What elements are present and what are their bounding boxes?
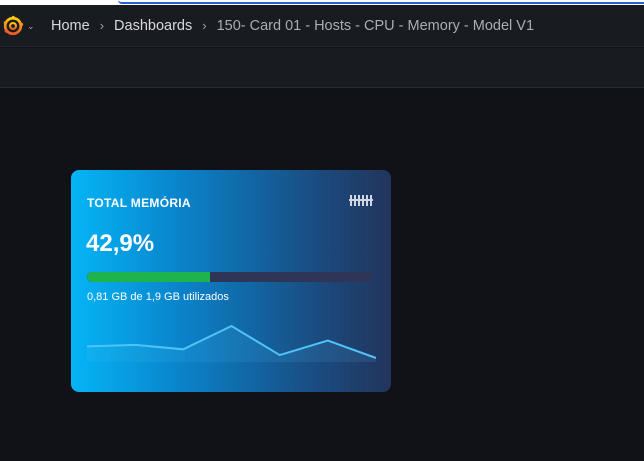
panel-title: TOTAL MEMÓRIA <box>87 196 191 210</box>
memory-usage-value: 42,9% <box>86 230 155 257</box>
chevron-down-icon: ⌄ <box>27 20 35 31</box>
sparkline-area <box>87 326 376 362</box>
chevron-right-icon: › <box>202 18 207 33</box>
memory-progress-track <box>87 272 374 282</box>
memory-progress-fill <box>87 272 211 282</box>
breadcrumb: Home › Dashboards › 150- Card 01 - Hosts… <box>51 18 534 34</box>
top-navbar: ⌄ Home › Dashboards › 150- Card 01 - Hos… <box>0 5 644 47</box>
browser-active-tab-edge <box>118 0 644 4</box>
memory-usage-detail: 0,81 GB de 1,9 GB utilizados <box>87 291 229 303</box>
dashboard-toolbar <box>0 48 644 88</box>
breadcrumb-dashboards-link[interactable]: Dashboards <box>114 18 192 34</box>
memory-sparkline <box>87 324 376 362</box>
memory-chip-icon <box>349 195 373 206</box>
memory-stat-panel[interactable]: TOTAL MEMÓRIA 42,9% 0,81 GB de 1,9 GB ut… <box>71 170 391 392</box>
home-menu-button[interactable]: ⌄ <box>2 12 38 40</box>
breadcrumb-home-link[interactable]: Home <box>51 18 90 34</box>
chevron-right-icon: › <box>99 18 105 33</box>
grafana-logo-icon <box>3 15 24 35</box>
breadcrumb-current-dashboard: 150- Card 01 - Hosts - CPU - Memory - Mo… <box>216 17 535 34</box>
